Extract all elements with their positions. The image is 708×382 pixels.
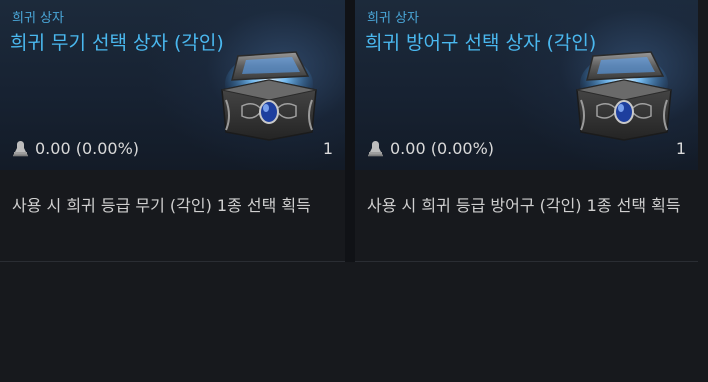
price-row: 0.00 (0.00%) xyxy=(12,139,139,158)
item-category: 희귀 상자 xyxy=(12,11,64,26)
divider xyxy=(355,261,698,262)
item-card-weapon-box[interactable]: 희귀 상자 희귀 무기 선택 상자 (각인) 0.00 (0.00%) 1 사용… xyxy=(0,0,345,262)
bell-icon xyxy=(13,141,28,157)
item-count: 1 xyxy=(322,139,333,158)
item-price: 0.00 (0.00%) xyxy=(390,139,495,158)
item-description: 사용 시 희귀 등급 방어구 (각인) 1종 선택 획득 xyxy=(367,196,681,215)
item-category: 희귀 상자 xyxy=(367,11,419,26)
item-title: 희귀 무기 선택 상자 (각인) xyxy=(10,32,224,54)
item-card-armor-box[interactable]: 희귀 상자 희귀 방어구 선택 상자 (각인) 0.00 (0.00%) 1 사… xyxy=(355,0,698,262)
divider xyxy=(0,261,345,262)
treasure-chest-icon xyxy=(576,51,672,141)
treasure-chest-icon xyxy=(221,51,317,141)
item-description: 사용 시 희귀 등급 무기 (각인) 1종 선택 획득 xyxy=(12,196,311,215)
bell-icon xyxy=(368,141,383,157)
item-title: 희귀 방어구 선택 상자 (각인) xyxy=(365,32,597,54)
card-gap xyxy=(345,0,355,262)
item-price: 0.00 (0.00%) xyxy=(35,139,140,158)
item-count: 1 xyxy=(675,139,686,158)
price-row: 0.00 (0.00%) xyxy=(367,139,494,158)
